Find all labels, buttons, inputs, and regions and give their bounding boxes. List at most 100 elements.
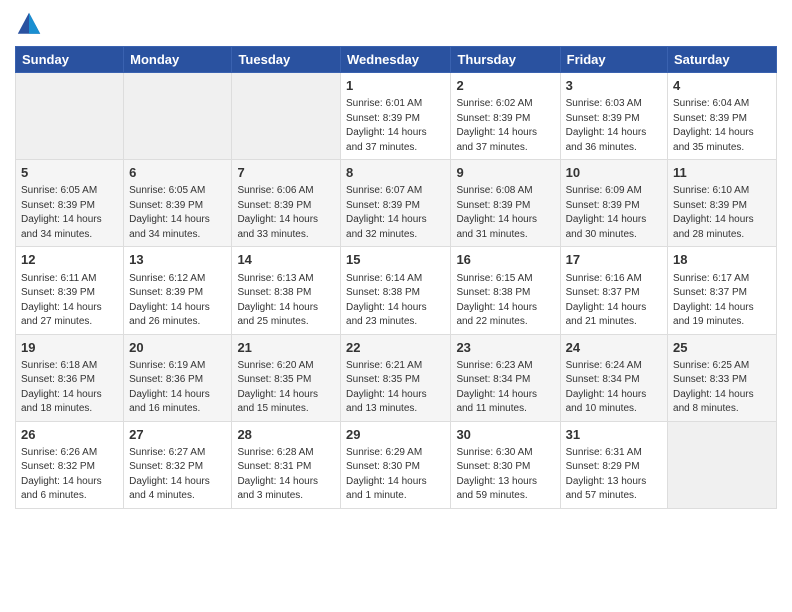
calendar-cell: 17 Sunrise: 6:16 AM Sunset: 8:37 PM Dayli…	[560, 247, 667, 334]
day-info: Sunrise: 6:25 AM Sunset: 8:33 PM Dayligh…	[673, 359, 771, 417]
day-info: Sunrise: 6:08 AM Sunset: 8:39 PM Dayligh…	[456, 184, 554, 242]
day-number: 4	[673, 77, 771, 95]
calendar-cell: 27 Sunrise: 6:27 AM Sunset: 8:32 PM Dayli…	[124, 421, 232, 508]
day-number: 26	[21, 426, 118, 444]
calendar-cell: 26 Sunrise: 6:26 AM Sunset: 8:32 PM Dayli…	[16, 421, 124, 508]
day-info: Sunrise: 6:09 AM Sunset: 8:39 PM Dayligh…	[566, 184, 662, 242]
calendar-week-3: 12 Sunrise: 6:11 AM Sunset: 8:39 PM Dayli…	[16, 247, 777, 334]
calendar-cell: 31 Sunrise: 6:31 AM Sunset: 8:29 PM Dayli…	[560, 421, 667, 508]
day-number: 20	[129, 339, 226, 357]
calendar-week-5: 26 Sunrise: 6:26 AM Sunset: 8:32 PM Dayli…	[16, 421, 777, 508]
day-number: 10	[566, 164, 662, 182]
day-number: 1	[346, 77, 445, 95]
day-info: Sunrise: 6:31 AM Sunset: 8:29 PM Dayligh…	[566, 446, 662, 504]
day-number: 9	[456, 164, 554, 182]
calendar-cell: 10 Sunrise: 6:09 AM Sunset: 8:39 PM Dayli…	[560, 160, 667, 247]
day-number: 29	[346, 426, 445, 444]
logo-icon	[15, 10, 43, 38]
day-number: 15	[346, 251, 445, 269]
day-info: Sunrise: 6:11 AM Sunset: 8:39 PM Dayligh…	[21, 272, 118, 330]
calendar-cell	[232, 73, 341, 160]
day-number: 13	[129, 251, 226, 269]
calendar-cell	[124, 73, 232, 160]
weekday-header-thursday: Thursday	[451, 47, 560, 73]
day-number: 16	[456, 251, 554, 269]
calendar-cell: 2Sunrise: 6:02 AM Sunset: 8:39 PM Daylig…	[451, 73, 560, 160]
weekday-header-friday: Friday	[560, 47, 667, 73]
calendar-cell: 13 Sunrise: 6:12 AM Sunset: 8:39 PM Dayli…	[124, 247, 232, 334]
day-number: 21	[237, 339, 335, 357]
day-info: Sunrise: 6:04 AM Sunset: 8:39 PM Dayligh…	[673, 97, 771, 155]
day-number: 28	[237, 426, 335, 444]
day-info: Sunrise: 6:05 AM Sunset: 8:39 PM Dayligh…	[21, 184, 118, 242]
calendar-cell: 18Sunrise: 6:17 AM Sunset: 8:37 PM Dayli…	[668, 247, 777, 334]
day-number: 23	[456, 339, 554, 357]
calendar-cell: 20 Sunrise: 6:19 AM Sunset: 8:36 PM Dayli…	[124, 334, 232, 421]
calendar-cell: 23 Sunrise: 6:23 AM Sunset: 8:34 PM Dayli…	[451, 334, 560, 421]
day-info: Sunrise: 6:19 AM Sunset: 8:36 PM Dayligh…	[129, 359, 226, 417]
day-info: Sunrise: 6:06 AM Sunset: 8:39 PM Dayligh…	[237, 184, 335, 242]
weekday-header-wednesday: Wednesday	[341, 47, 451, 73]
calendar-cell: 12 Sunrise: 6:11 AM Sunset: 8:39 PM Dayli…	[16, 247, 124, 334]
day-number: 5	[21, 164, 118, 182]
weekday-header-monday: Monday	[124, 47, 232, 73]
day-info: Sunrise: 6:10 AM Sunset: 8:39 PM Dayligh…	[673, 184, 771, 242]
weekday-header-saturday: Saturday	[668, 47, 777, 73]
day-info: Sunrise: 6:02 AM Sunset: 8:39 PM Dayligh…	[456, 97, 554, 155]
day-number: 8	[346, 164, 445, 182]
calendar-cell: 3Sunrise: 6:03 AM Sunset: 8:39 PM Daylig…	[560, 73, 667, 160]
calendar-cell: 28 Sunrise: 6:28 AM Sunset: 8:31 PM Dayli…	[232, 421, 341, 508]
header	[15, 10, 777, 38]
calendar-cell: 1Sunrise: 6:01 AM Sunset: 8:39 PM Daylig…	[341, 73, 451, 160]
day-info: Sunrise: 6:16 AM Sunset: 8:37 PM Dayligh…	[566, 272, 662, 330]
weekday-header-tuesday: Tuesday	[232, 47, 341, 73]
day-number: 27	[129, 426, 226, 444]
calendar-cell: 16 Sunrise: 6:15 AM Sunset: 8:38 PM Dayli…	[451, 247, 560, 334]
calendar-cell: 22Sunrise: 6:21 AM Sunset: 8:35 PM Dayli…	[341, 334, 451, 421]
day-info: Sunrise: 6:13 AM Sunset: 8:38 PM Dayligh…	[237, 272, 335, 330]
weekday-header-row: SundayMondayTuesdayWednesdayThursdayFrid…	[16, 47, 777, 73]
calendar-cell: 6Sunrise: 6:05 AM Sunset: 8:39 PM Daylig…	[124, 160, 232, 247]
calendar-cell: 19Sunrise: 6:18 AM Sunset: 8:36 PM Dayli…	[16, 334, 124, 421]
day-number: 31	[566, 426, 662, 444]
calendar-cell	[668, 421, 777, 508]
calendar-cell: 29Sunrise: 6:29 AM Sunset: 8:30 PM Dayli…	[341, 421, 451, 508]
calendar-table: SundayMondayTuesdayWednesdayThursdayFrid…	[15, 46, 777, 509]
day-number: 7	[237, 164, 335, 182]
calendar-cell: 15 Sunrise: 6:14 AM Sunset: 8:38 PM Dayli…	[341, 247, 451, 334]
day-info: Sunrise: 6:12 AM Sunset: 8:39 PM Dayligh…	[129, 272, 226, 330]
day-info: Sunrise: 6:27 AM Sunset: 8:32 PM Dayligh…	[129, 446, 226, 504]
calendar-cell: 30 Sunrise: 6:30 AM Sunset: 8:30 PM Dayli…	[451, 421, 560, 508]
calendar-cell: 8Sunrise: 6:07 AM Sunset: 8:39 PM Daylig…	[341, 160, 451, 247]
calendar-cell: 9 Sunrise: 6:08 AM Sunset: 8:39 PM Daylig…	[451, 160, 560, 247]
day-number: 22	[346, 339, 445, 357]
page: SundayMondayTuesdayWednesdayThursdayFrid…	[0, 0, 792, 612]
day-info: Sunrise: 6:30 AM Sunset: 8:30 PM Dayligh…	[456, 446, 554, 504]
calendar-cell: 4 Sunrise: 6:04 AM Sunset: 8:39 PM Daylig…	[668, 73, 777, 160]
calendar-week-2: 5 Sunrise: 6:05 AM Sunset: 8:39 PM Daylig…	[16, 160, 777, 247]
day-number: 25	[673, 339, 771, 357]
calendar-week-1: 1Sunrise: 6:01 AM Sunset: 8:39 PM Daylig…	[16, 73, 777, 160]
day-info: Sunrise: 6:26 AM Sunset: 8:32 PM Dayligh…	[21, 446, 118, 504]
calendar-cell: 11Sunrise: 6:10 AM Sunset: 8:39 PM Dayli…	[668, 160, 777, 247]
day-number: 14	[237, 251, 335, 269]
day-number: 30	[456, 426, 554, 444]
day-info: Sunrise: 6:24 AM Sunset: 8:34 PM Dayligh…	[566, 359, 662, 417]
day-number: 19	[21, 339, 118, 357]
day-info: Sunrise: 6:14 AM Sunset: 8:38 PM Dayligh…	[346, 272, 445, 330]
logo	[15, 10, 45, 38]
calendar-week-4: 19Sunrise: 6:18 AM Sunset: 8:36 PM Dayli…	[16, 334, 777, 421]
day-info: Sunrise: 6:15 AM Sunset: 8:38 PM Dayligh…	[456, 272, 554, 330]
day-info: Sunrise: 6:28 AM Sunset: 8:31 PM Dayligh…	[237, 446, 335, 504]
weekday-header-sunday: Sunday	[16, 47, 124, 73]
calendar-cell	[16, 73, 124, 160]
calendar-cell: 24 Sunrise: 6:24 AM Sunset: 8:34 PM Dayli…	[560, 334, 667, 421]
day-number: 12	[21, 251, 118, 269]
day-info: Sunrise: 6:03 AM Sunset: 8:39 PM Dayligh…	[566, 97, 662, 155]
day-number: 6	[129, 164, 226, 182]
day-number: 17	[566, 251, 662, 269]
day-number: 24	[566, 339, 662, 357]
calendar-cell: 14 Sunrise: 6:13 AM Sunset: 8:38 PM Dayli…	[232, 247, 341, 334]
day-info: Sunrise: 6:23 AM Sunset: 8:34 PM Dayligh…	[456, 359, 554, 417]
day-number: 18	[673, 251, 771, 269]
